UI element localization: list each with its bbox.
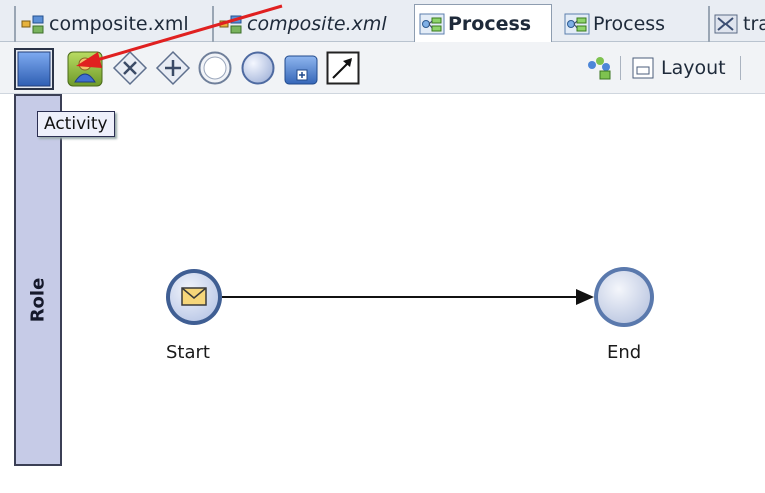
layout-icon: [631, 56, 655, 80]
activity-tool-icon: [67, 51, 103, 87]
activity-tool-button[interactable]: [66, 50, 104, 88]
process-icon: [419, 13, 445, 35]
tab-process-active[interactable]: Process: [414, 4, 552, 42]
start-event-icon: [198, 51, 232, 85]
tab-label: composite.xml: [247, 13, 387, 35]
palette-tooltip: Activity: [37, 111, 115, 137]
start-event-label: Start: [166, 342, 210, 363]
end-event-label: End: [607, 342, 642, 363]
end-event-button[interactable]: [240, 50, 276, 86]
tab-transformation[interactable]: tra: [708, 6, 765, 42]
exclusive-gateway-button[interactable]: [112, 50, 148, 86]
exclusive-gateway-icon: [112, 50, 148, 86]
auto-arrange-icon[interactable]: [584, 53, 614, 83]
composite-icon: [20, 13, 46, 35]
toolbar-separator: [739, 56, 741, 80]
toolbar-separator: [620, 56, 621, 80]
layout-label: Layout: [661, 57, 726, 79]
parallel-gateway-icon: [155, 50, 191, 86]
swimlane-tool-icon: [17, 51, 51, 87]
layout-button[interactable]: Layout: [631, 56, 726, 80]
subprocess-button[interactable]: [284, 54, 318, 86]
connector-tool-button[interactable]: [326, 51, 360, 85]
tab-label: composite.xml: [49, 13, 189, 35]
tab-composite-2[interactable]: composite.xml: [212, 6, 404, 42]
tab-process[interactable]: Process: [560, 6, 700, 42]
tab-composite-1[interactable]: composite.xml: [14, 6, 200, 42]
composite-icon: [218, 13, 244, 35]
lane-label: Role: [27, 277, 49, 323]
end-event-icon: [241, 51, 275, 85]
transformation-icon: [714, 13, 740, 35]
start-event-button[interactable]: [197, 50, 233, 86]
editor-tab-bar: composite.xml composite.xml Process Proc…: [0, 0, 765, 42]
subprocess-icon: [284, 55, 318, 85]
tab-label: tra: [743, 13, 765, 35]
parallel-gateway-button[interactable]: [155, 50, 191, 86]
toolbar-right: Layout: [584, 42, 741, 94]
tab-label: Process: [593, 13, 666, 35]
process-icon: [564, 13, 590, 35]
process-canvas[interactable]: [0, 94, 765, 493]
tab-label: Process: [448, 12, 532, 35]
swimlane-tool-button[interactable]: [14, 48, 54, 90]
connector-tool-icon: [326, 51, 360, 85]
